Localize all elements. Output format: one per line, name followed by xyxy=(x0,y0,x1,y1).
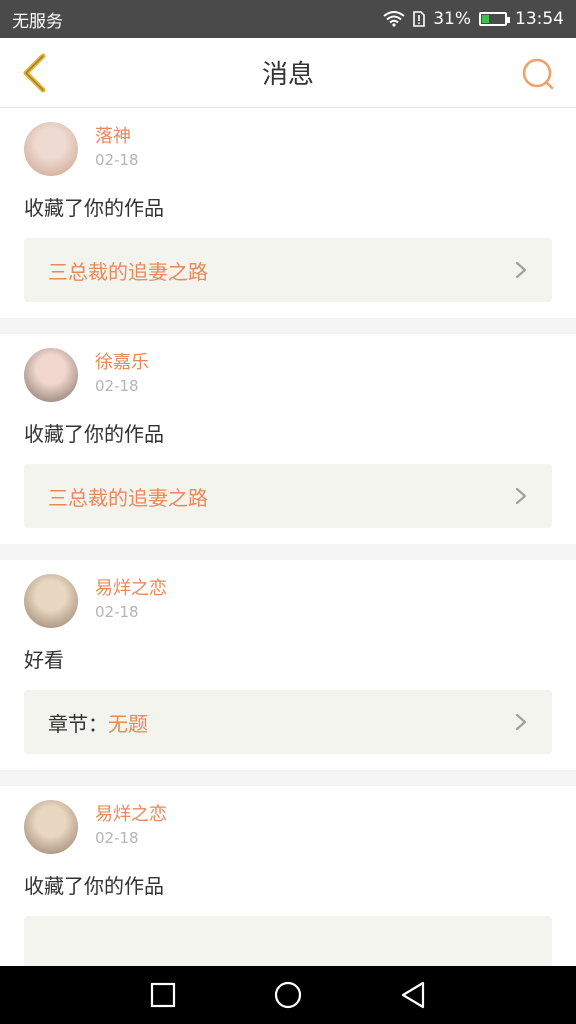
message-card: 易烊之恋 02-18 收藏了你的作品 xyxy=(0,786,576,966)
work-title: 三总裁的追妻之路 xyxy=(48,485,208,510)
battery-fill xyxy=(482,15,489,23)
username[interactable]: 易烊之恋 xyxy=(95,803,167,827)
battery-icon xyxy=(479,12,510,26)
avatar[interactable] xyxy=(24,800,78,854)
wifi-icon xyxy=(383,11,405,27)
app-header: 消息 xyxy=(0,38,576,108)
circle-icon xyxy=(274,981,302,1009)
work-link[interactable]: 三总裁的追妻之路 xyxy=(24,238,552,302)
chapter-link[interactable]: 章节：无题 xyxy=(24,690,552,754)
battery-percent: 31% xyxy=(433,9,471,29)
action-text: 收藏了你的作品 xyxy=(24,196,164,220)
action-text: 收藏了你的作品 xyxy=(24,874,164,898)
avatar[interactable] xyxy=(24,348,78,402)
square-icon xyxy=(150,982,175,1008)
work-title: 三总裁的追妻之路 xyxy=(48,259,208,284)
username[interactable]: 徐嘉乐 xyxy=(95,351,149,375)
work-label: 三总裁的追妻之路 xyxy=(48,256,514,285)
work-link[interactable] xyxy=(24,916,552,966)
status-bar: 无服务 31% 13:54 xyxy=(0,0,576,38)
action-text: 收藏了你的作品 xyxy=(24,422,164,446)
work-link[interactable]: 三总裁的追妻之路 xyxy=(24,464,552,528)
carrier-text: 无服务 xyxy=(12,11,63,32)
system-nav-bar xyxy=(0,966,576,1024)
avatar[interactable] xyxy=(24,122,78,176)
back-button[interactable] xyxy=(14,52,54,94)
triangle-back-icon xyxy=(402,981,425,1009)
search-icon xyxy=(522,58,554,90)
system-back-button[interactable] xyxy=(393,975,433,1015)
message-card: 落神 02-18 收藏了你的作品 三总裁的追妻之路 xyxy=(0,108,576,318)
search-button[interactable] xyxy=(520,56,556,92)
message-date: 02-18 xyxy=(95,829,139,847)
chevron-right-icon xyxy=(515,261,527,279)
message-card: 徐嘉乐 02-18 收藏了你的作品 三总裁的追妻之路 xyxy=(0,334,576,544)
work-label: 三总裁的追妻之路 xyxy=(48,482,514,511)
username[interactable]: 易烊之恋 xyxy=(95,577,167,601)
chevron-right-icon xyxy=(515,713,527,731)
chevron-left-icon xyxy=(23,53,46,93)
avatar[interactable] xyxy=(24,574,78,628)
home-button[interactable] xyxy=(268,975,308,1015)
work-prefix: 章节： xyxy=(48,711,108,736)
action-text: 好看 xyxy=(24,648,64,672)
message-date: 02-18 xyxy=(95,603,139,621)
message-date: 02-18 xyxy=(95,377,139,395)
status-indicators: 31% 13:54 xyxy=(383,9,564,29)
chevron-right-icon xyxy=(515,487,527,505)
message-date: 02-18 xyxy=(95,151,139,169)
username[interactable]: 落神 xyxy=(95,125,139,149)
message-card: 易烊之恋 02-18 好看 章节：无题 xyxy=(0,560,576,770)
recent-apps-button[interactable] xyxy=(143,975,183,1015)
work-title: 无题 xyxy=(108,711,148,736)
message-feed[interactable]: 落神 02-18 收藏了你的作品 三总裁的追妻之路 徐嘉乐 02-18 收藏了你… xyxy=(0,108,576,966)
clock: 13:54 xyxy=(515,9,564,29)
sim-alert-icon xyxy=(413,11,426,27)
work-label: 章节：无题 xyxy=(48,708,514,737)
page-title: 消息 xyxy=(261,60,314,90)
